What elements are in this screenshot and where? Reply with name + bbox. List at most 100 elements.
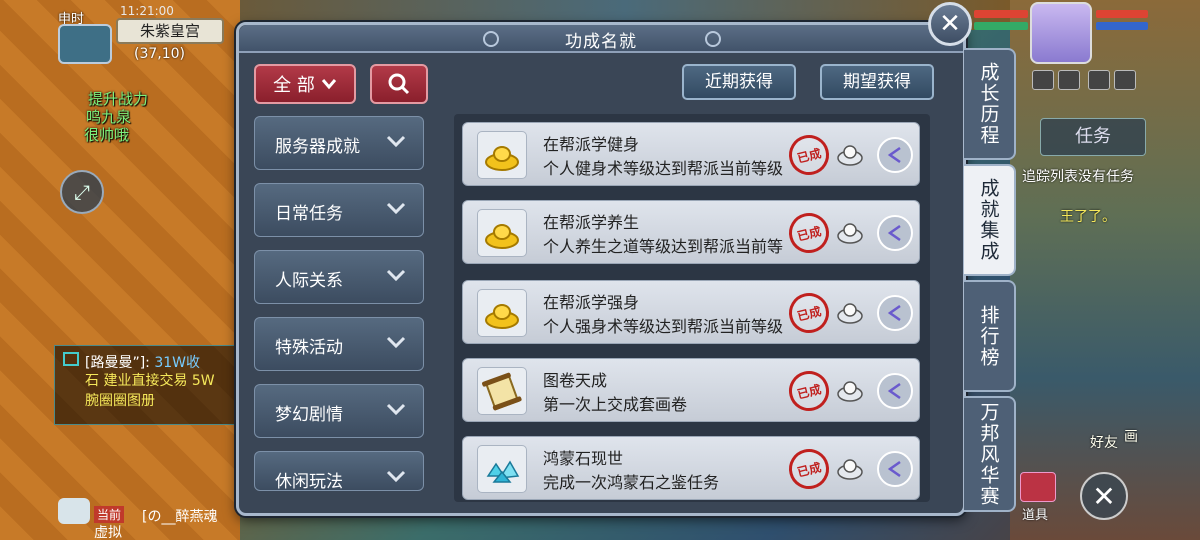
- category-label: 特殊活动: [275, 338, 343, 358]
- panel-title-bar: 功成名就: [239, 25, 963, 53]
- chevron-down-icon: [386, 135, 406, 148]
- achievement-row[interactable]: 在帮派学健身 个人健身术等级达到帮派当前等级 已成: [462, 122, 920, 186]
- achievement-row[interactable]: 在帮派学强身 个人强身术等级达到帮派当前等级 已成: [462, 280, 920, 344]
- tab-collection[interactable]: 成就集成: [964, 164, 1016, 276]
- world-npc-text: 王了了。: [1060, 209, 1116, 225]
- expected-achievements-button[interactable]: 期望获得: [820, 64, 934, 100]
- crystal-icon: [477, 445, 527, 493]
- location-widget[interactable]: 申时 11:21:00 朱紫皇宫 (37,10): [58, 4, 234, 64]
- achievement-row[interactable]: 在帮派学养生 个人养生之道等级达到帮派当前等 已成: [462, 200, 920, 264]
- chevron-down-icon: [386, 269, 406, 282]
- category-label: 人际关系: [275, 271, 343, 291]
- share-icon: [887, 146, 901, 164]
- player-avatar[interactable]: [1030, 2, 1092, 64]
- tab-growth[interactable]: 成长历程: [964, 48, 1016, 160]
- treasure-chest-icon[interactable]: [1020, 472, 1056, 502]
- category-label: 日常任务: [275, 204, 343, 224]
- share-button[interactable]: [877, 451, 913, 487]
- chat-bubble-icon[interactable]: [58, 498, 90, 524]
- props-label[interactable]: 道具: [1022, 504, 1048, 523]
- category-label: 服务器成就: [275, 137, 360, 157]
- chat-message-line: [路曼曼”]: 31W收: [85, 352, 200, 372]
- category-label: 梦幻剧情: [275, 405, 343, 425]
- recent-achievements-button[interactable]: 近期获得: [682, 64, 796, 100]
- close-panel-icon[interactable]: ✕: [928, 2, 972, 46]
- buff-icon-2[interactable]: [1058, 70, 1080, 90]
- category-social[interactable]: 人际关系: [254, 250, 424, 304]
- filter-dropdown[interactable]: 全 部: [254, 64, 356, 104]
- share-button[interactable]: [877, 295, 913, 331]
- minimap-icon[interactable]: [58, 24, 112, 64]
- chat-message-line-2: 石 建业直接交易 5W: [85, 373, 215, 389]
- buff-icon-4[interactable]: [1114, 70, 1136, 90]
- achievement-list[interactable]: 在帮派学健身 个人健身术等级达到帮派当前等级 已成 在帮派学养生 个人养生之道等…: [454, 114, 930, 502]
- scroll-icon: [477, 367, 527, 415]
- category-special[interactable]: 特殊活动: [254, 317, 424, 371]
- world-npc-text-2: 好友: [1090, 435, 1118, 451]
- chevron-down-icon: [386, 403, 406, 416]
- achievement-title: 在帮派学健身: [543, 135, 640, 154]
- category-daily[interactable]: 日常任务: [254, 183, 424, 237]
- share-button[interactable]: [877, 373, 913, 409]
- location-coords: (37,10): [134, 46, 186, 62]
- clock: 11:21:00: [120, 4, 174, 18]
- buff-icon-3[interactable]: [1088, 70, 1110, 90]
- gold-ingot-icon: [477, 131, 527, 179]
- chevron-down-icon: [386, 336, 406, 349]
- channel-tag: 当前: [94, 506, 125, 523]
- category-server[interactable]: 服务器成就: [254, 116, 424, 170]
- filter-label: 全 部: [273, 75, 315, 96]
- category-story[interactable]: 梦幻剧情: [254, 384, 424, 438]
- player-name-text-2: 很帅哦: [84, 126, 130, 144]
- chevron-down-icon: [321, 79, 336, 90]
- achievement-title: 在帮派学养生: [543, 213, 640, 232]
- bottom-chat-text-2: 虚拟: [94, 525, 122, 540]
- world-channel-icon: [63, 352, 79, 366]
- pet-mp-bar: [1096, 22, 1148, 30]
- tab-ranking[interactable]: 排行榜: [964, 280, 1016, 392]
- silver-ingot-icon: [837, 303, 863, 324]
- location-name: 朱紫皇宫: [116, 18, 224, 44]
- achievement-title: 鸿蒙石现世: [543, 449, 624, 468]
- chevron-down-icon: [386, 470, 406, 483]
- gold-ingot-icon: [477, 289, 527, 337]
- task-button[interactable]: 任务: [1040, 118, 1146, 156]
- achievement-title: 图卷天成: [543, 371, 608, 390]
- status-bars: [970, 4, 1030, 40]
- share-button[interactable]: [877, 137, 913, 173]
- pet-hp-bar: [1096, 10, 1148, 18]
- expand-icon[interactable]: ⤢: [60, 170, 104, 214]
- world-npc-text-3: 画: [1124, 429, 1138, 445]
- search-icon: [388, 73, 410, 95]
- achievement-title: 在帮派学强身: [543, 293, 640, 312]
- share-icon: [887, 382, 901, 400]
- game-scene-left: [0, 0, 240, 540]
- share-icon: [887, 460, 901, 478]
- bottom-chat[interactable]: 当前 [の__醉燕魂 虚拟: [58, 496, 238, 540]
- gold-ingot-icon: [477, 209, 527, 257]
- share-icon: [887, 224, 901, 242]
- achievement-row[interactable]: 图卷天成 第一次上交成套画卷 已成: [462, 358, 920, 422]
- silver-ingot-icon: [837, 381, 863, 402]
- bottom-chat-text: [の__醉燕魂: [142, 509, 218, 525]
- close-icon[interactable]: ✕: [1080, 472, 1128, 520]
- search-button[interactable]: [370, 64, 428, 104]
- chat-box[interactable]: [路曼曼”]: 31W收 石 建业直接交易 5W 腕圈圈图册: [54, 345, 236, 425]
- chevron-down-icon: [386, 202, 406, 215]
- achievement-row[interactable]: 鸿蒙石现世 完成一次鸿蒙石之鉴任务 已成: [462, 436, 920, 500]
- share-button[interactable]: [877, 215, 913, 251]
- share-icon: [887, 304, 901, 322]
- chat-text: 31W收: [154, 355, 201, 371]
- silver-ingot-icon: [837, 459, 863, 480]
- chat-message-line-3: 腕圈圈图册: [85, 393, 155, 409]
- category-label: 休闲玩法: [275, 472, 343, 491]
- chat-sender[interactable]: [路曼曼”]:: [85, 355, 150, 371]
- silver-ingot-icon: [837, 223, 863, 244]
- tab-contest[interactable]: 万邦风华赛: [964, 396, 1016, 512]
- task-tracker-message: 追踪列表没有任务: [1022, 169, 1134, 185]
- panel-title: 功成名就: [565, 32, 637, 52]
- buff-icon[interactable]: [1032, 70, 1054, 90]
- silver-ingot-icon: [837, 145, 863, 166]
- title-ornament-icon: [705, 31, 721, 47]
- category-leisure[interactable]: 休闲玩法: [254, 451, 424, 491]
